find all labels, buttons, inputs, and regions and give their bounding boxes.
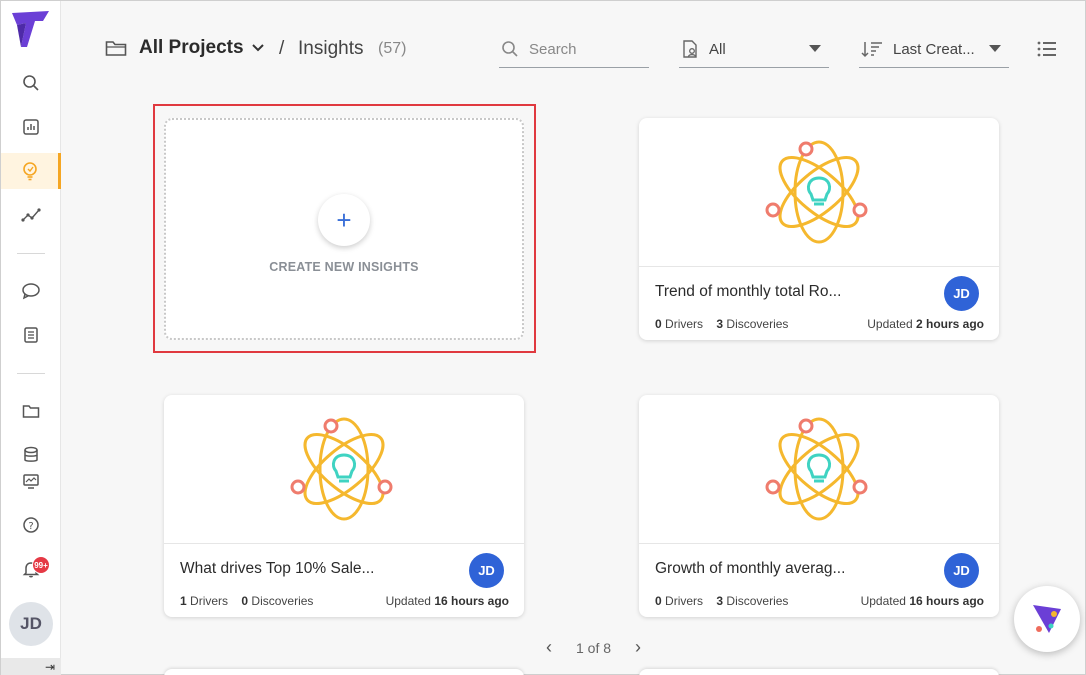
updated-value: 16 hours ago: [909, 594, 984, 608]
insight-card[interactable]: Growth of monthly averag... JD 0 Drivers…: [639, 395, 999, 617]
atom-lightbulb-icon: [765, 417, 868, 521]
insight-illustration: [639, 118, 999, 267]
caret-down-icon: [989, 45, 1001, 52]
help-icon[interactable]: ?: [1, 507, 61, 543]
search-icon: [502, 41, 518, 57]
updated-prefix: Updated: [385, 594, 431, 608]
pagination: ‹ 1 of 8 ›: [546, 637, 641, 658]
bell-icon[interactable]: [1, 551, 61, 587]
updated-prefix: Updated: [860, 594, 906, 608]
drivers-label: Drivers: [665, 594, 704, 608]
sidebar-divider: [17, 253, 45, 254]
discoveries-count: 0: [241, 594, 249, 608]
discoveries-label: Discoveries: [726, 594, 789, 608]
drivers-count: 0: [655, 317, 662, 331]
insight-illustration: [639, 395, 999, 544]
drivers-label: Drivers: [190, 594, 229, 608]
insight-card[interactable]: Trend of monthly total Ro... JD 0 Driver…: [639, 118, 999, 340]
insight-illustration: [164, 395, 524, 544]
insight-stats: 1 Drivers 0 Discoveries: [180, 594, 313, 608]
collapse-icon: ⇥: [44, 660, 55, 674]
discoveries-label: Discoveries: [251, 594, 314, 608]
sidebar: ? 99+ JD ⇥: [1, 1, 61, 675]
updated-time: Updated 16 hours ago: [386, 594, 509, 608]
insights-icon[interactable]: [1, 153, 61, 189]
assistant-logo-icon: [1033, 605, 1061, 633]
notebook-icon[interactable]: [1, 317, 61, 353]
user-avatar[interactable]: JD: [9, 602, 53, 646]
owner-avatar: JD: [944, 276, 979, 311]
atom-lightbulb-icon: [290, 417, 393, 521]
discoveries-label: Discoveries: [726, 317, 789, 331]
caret-down-icon: [809, 45, 821, 52]
discoveries-count: 3: [716, 317, 724, 331]
insight-card[interactable]: What drives Top 10% Sale... JD 1 Drivers…: [164, 395, 524, 617]
owner-filter-select[interactable]: All: [679, 31, 829, 68]
create-new-insights-card[interactable]: + CREATE NEW INSIGHTS: [164, 118, 524, 340]
list-view-icon[interactable]: [1037, 41, 1057, 62]
owner-avatar: JD: [469, 553, 504, 588]
assistant-fab-button[interactable]: [1014, 586, 1080, 652]
next-page-button[interactable]: ›: [635, 637, 641, 658]
plus-icon: +: [336, 204, 352, 235]
create-new-insights-label: CREATE NEW INSIGHTS: [269, 260, 419, 274]
insights-count: (57): [378, 40, 407, 57]
user-document-icon: [683, 40, 697, 58]
dashboard-icon[interactable]: [1, 109, 61, 145]
svg-text:?: ?: [28, 521, 33, 532]
search-placeholder: Search: [529, 40, 577, 58]
insight-card-peek: [164, 669, 524, 675]
trend-icon[interactable]: [1, 197, 61, 233]
insight-title[interactable]: Trend of monthly total Ro...: [655, 283, 841, 301]
page-title: Insights: [298, 38, 364, 59]
owner-avatar: JD: [944, 553, 979, 588]
drivers-count: 0: [655, 594, 662, 608]
updated-value: 2 hours ago: [915, 317, 984, 331]
drivers-count: 1: [180, 594, 187, 608]
collapse-sidebar-button[interactable]: ⇥: [1, 658, 61, 675]
add-insight-button[interactable]: +: [318, 194, 370, 246]
prev-page-button[interactable]: ‹: [546, 637, 552, 658]
atom-lightbulb-icon: [765, 140, 868, 244]
search-icon[interactable]: [1, 65, 61, 101]
sort-value: Last Creat...: [893, 40, 975, 58]
insight-card-peek: [639, 669, 999, 675]
insight-stats: 0 Drivers 3 Discoveries: [655, 594, 788, 608]
header: All Projects / Insights (57) Search All …: [61, 1, 1085, 96]
notification-badge: 99+: [32, 556, 50, 574]
monitor-icon[interactable]: [1, 463, 61, 499]
sort-icon: [861, 42, 882, 58]
search-input[interactable]: Search: [499, 31, 649, 68]
insight-title[interactable]: What drives Top 10% Sale...: [180, 560, 374, 578]
project-label: All Projects: [139, 37, 244, 58]
sort-select[interactable]: Last Creat...: [859, 31, 1009, 68]
insight-title[interactable]: Growth of monthly averag...: [655, 560, 845, 578]
updated-value: 16 hours ago: [434, 594, 509, 608]
page-indicator: 1 of 8: [576, 639, 612, 656]
updated-time: Updated 2 hours ago: [867, 317, 984, 331]
project-selector[interactable]: All Projects: [139, 37, 264, 59]
breadcrumb-separator: /: [279, 38, 285, 59]
chevron-down-icon: [251, 44, 264, 52]
discoveries-count: 3: [716, 594, 724, 608]
app-logo[interactable]: [9, 7, 53, 51]
sidebar-divider: [17, 373, 45, 374]
folder-icon: [105, 39, 127, 62]
updated-prefix: Updated: [867, 317, 913, 331]
chat-icon[interactable]: [1, 273, 61, 309]
drivers-label: Drivers: [665, 317, 704, 331]
updated-time: Updated 16 hours ago: [861, 594, 984, 608]
filter-value: All: [709, 40, 726, 58]
insight-stats: 0 Drivers 3 Discoveries: [655, 317, 788, 331]
folder-icon[interactable]: [1, 393, 61, 429]
